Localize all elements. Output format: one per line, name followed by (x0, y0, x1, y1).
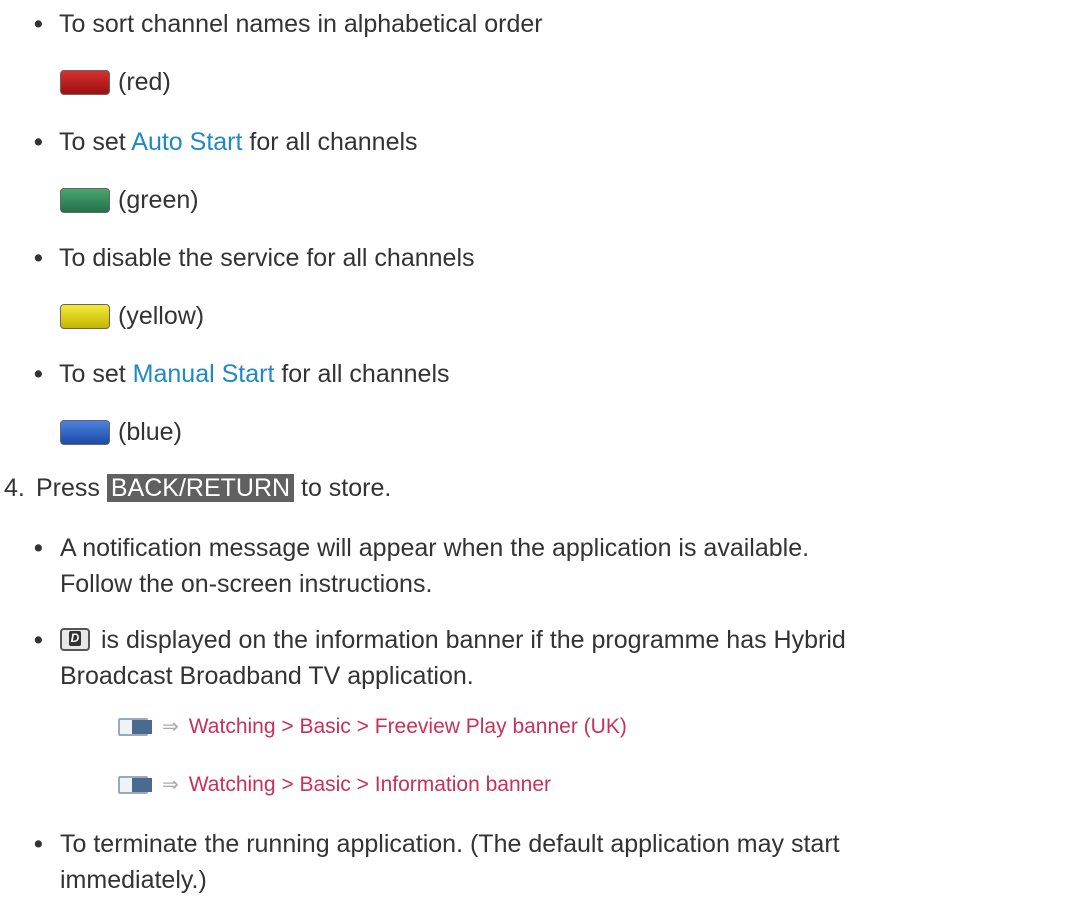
step-number: 4. (4, 474, 25, 502)
bullet-glyph: • (34, 10, 43, 38)
reference-information-banner[interactable]: ⇒ Watching > Basic > Information banner (118, 770, 551, 800)
key-label: (yellow) (118, 302, 205, 330)
back-return-key: BACK/RETURN (106, 474, 295, 502)
key-label: (green) (118, 186, 199, 214)
reference-link-text[interactable]: Watching > Basic > Information banner (189, 770, 551, 800)
bullet-glyph: • (34, 244, 43, 272)
bullet-text-pre: To set (59, 128, 132, 156)
bullet-manual-start: • To set Manual Start for all channels (34, 356, 450, 392)
bullet-glyph: • (34, 534, 43, 562)
bullet-sort-alphabetical: • To sort channel names in alphabetical o… (34, 6, 543, 42)
manual-reference-icon (118, 774, 156, 796)
note-line: To terminate the running application. (T… (60, 830, 840, 858)
note-hybrid-broadcast: D is displayed on the information banner… (60, 622, 1060, 694)
manual-reference-icon (118, 716, 156, 738)
note-notification: A notification message will appear when … (60, 530, 1060, 602)
step-text-post: to store. (294, 474, 392, 502)
note-line: is displayed on the information banner i… (94, 626, 846, 654)
key-row-red: (red) (60, 64, 171, 100)
note-line: A notification message will appear when … (60, 534, 810, 562)
bullet-glyph: • (34, 830, 43, 858)
arrow-icon: ⇒ (162, 774, 179, 796)
bullet-disable-service: • To disable the service for all channels (34, 240, 475, 276)
bullet-text-post: for all channels (274, 360, 450, 388)
bullet-text: To disable the service for all channels (59, 244, 475, 272)
yellow-button-icon (60, 303, 110, 329)
key-row-blue: (blue) (60, 414, 182, 450)
bullet-glyph: • (34, 626, 43, 654)
data-d-button-icon: D (60, 628, 90, 651)
key-row-green: (green) (60, 182, 199, 218)
step-4: 4. Press BACK/RETURN to store. (4, 470, 391, 506)
bullet-glyph: • (34, 128, 43, 156)
bullet-text-pre: To set (59, 360, 133, 388)
note-line: Follow the on-screen instructions. (60, 570, 433, 598)
note-line: Broadcast Broadband TV application. (60, 662, 474, 690)
key-label: (red) (118, 68, 171, 96)
note-line-with-icon: D is displayed on the information banner… (60, 622, 1060, 658)
key-row-yellow: (yellow) (60, 298, 204, 334)
note-line: immediately.) (60, 866, 207, 894)
red-button-icon (60, 69, 110, 95)
d-letter: D (69, 631, 81, 646)
step-text-pre: Press (36, 474, 107, 502)
blue-button-icon (60, 419, 110, 445)
arrow-icon: ⇒ (162, 716, 179, 738)
note-terminate-application: To terminate the running application. (T… (60, 826, 1060, 898)
bullet-text-post: for all channels (242, 128, 418, 156)
green-button-icon (60, 187, 110, 213)
bullet-auto-start: • To set Auto Start for all channels (34, 124, 418, 160)
bullet-glyph: • (34, 360, 43, 388)
reference-link-text[interactable]: Watching > Basic > Freeview Play banner … (189, 712, 627, 742)
auto-start-link[interactable]: Auto Start (131, 128, 242, 156)
manual-start-link[interactable]: Manual Start (133, 360, 275, 388)
key-label: (blue) (118, 418, 182, 446)
bullet-text: To sort channel names in alphabetical or… (59, 10, 543, 38)
reference-freeview-banner[interactable]: ⇒ Watching > Basic > Freeview Play banne… (118, 712, 627, 742)
